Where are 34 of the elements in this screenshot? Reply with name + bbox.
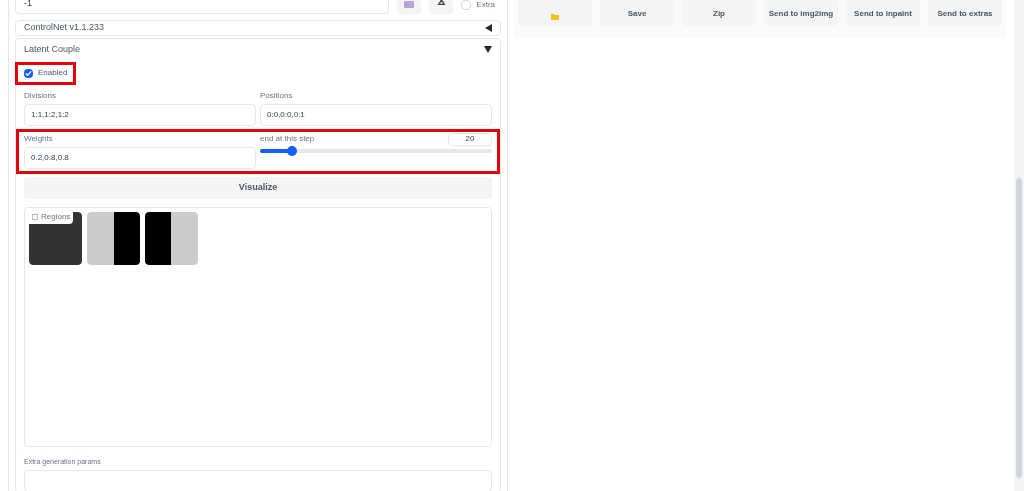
seed-field[interactable]: -1 bbox=[15, 0, 390, 14]
text-field[interactable]: 1:1,1:2,1:2 bbox=[24, 103, 256, 126]
slider-track[interactable] bbox=[260, 148, 492, 153]
text-field[interactable]: 0.2,0.8,0.8 bbox=[24, 146, 256, 169]
gallery-label: Regions bbox=[41, 211, 71, 223]
field-label: Divisions bbox=[24, 89, 57, 102]
step-number-field[interactable]: 20 bbox=[448, 132, 492, 146]
text-field[interactable]: 0:0,0:0,0:1 bbox=[260, 103, 492, 126]
check-icon bbox=[25, 69, 32, 77]
accordion-header[interactable]: Latent Couple bbox=[24, 39, 492, 60]
field-label: Positions bbox=[260, 89, 294, 102]
region-mask[interactable] bbox=[145, 211, 198, 265]
action-button[interactable]: Save bbox=[600, 0, 674, 26]
visualize-button[interactable]: Visualize bbox=[24, 176, 492, 199]
extra-label: Extra bbox=[476, 0, 495, 10]
action-button[interactable]: Zip bbox=[682, 0, 756, 26]
text-field[interactable] bbox=[24, 470, 492, 491]
action-button[interactable]: Send to extras bbox=[928, 0, 1002, 26]
scrollbar[interactable] bbox=[1014, 0, 1024, 491]
enabled-checkbox[interactable] bbox=[24, 68, 33, 78]
field-label: Weights bbox=[24, 132, 54, 145]
slider-label: end at this step bbox=[260, 132, 315, 145]
folder-icon bbox=[551, 14, 559, 20]
caret-down-icon bbox=[484, 46, 492, 53]
action-button[interactable]: Send to inpaint bbox=[846, 0, 920, 26]
dice-icon bbox=[404, 1, 415, 8]
caret-left-icon bbox=[485, 23, 492, 32]
slider-thumb[interactable] bbox=[287, 145, 298, 156]
extra-checkbox[interactable] bbox=[461, 0, 472, 10]
action-button[interactable]: Send to img2img bbox=[764, 0, 838, 26]
image-icon bbox=[32, 214, 38, 220]
region-mask[interactable] bbox=[87, 211, 140, 265]
enabled-label: Enabled bbox=[38, 67, 68, 79]
accordion-header[interactable]: ControlNet v1.1.233 bbox=[15, 20, 501, 36]
